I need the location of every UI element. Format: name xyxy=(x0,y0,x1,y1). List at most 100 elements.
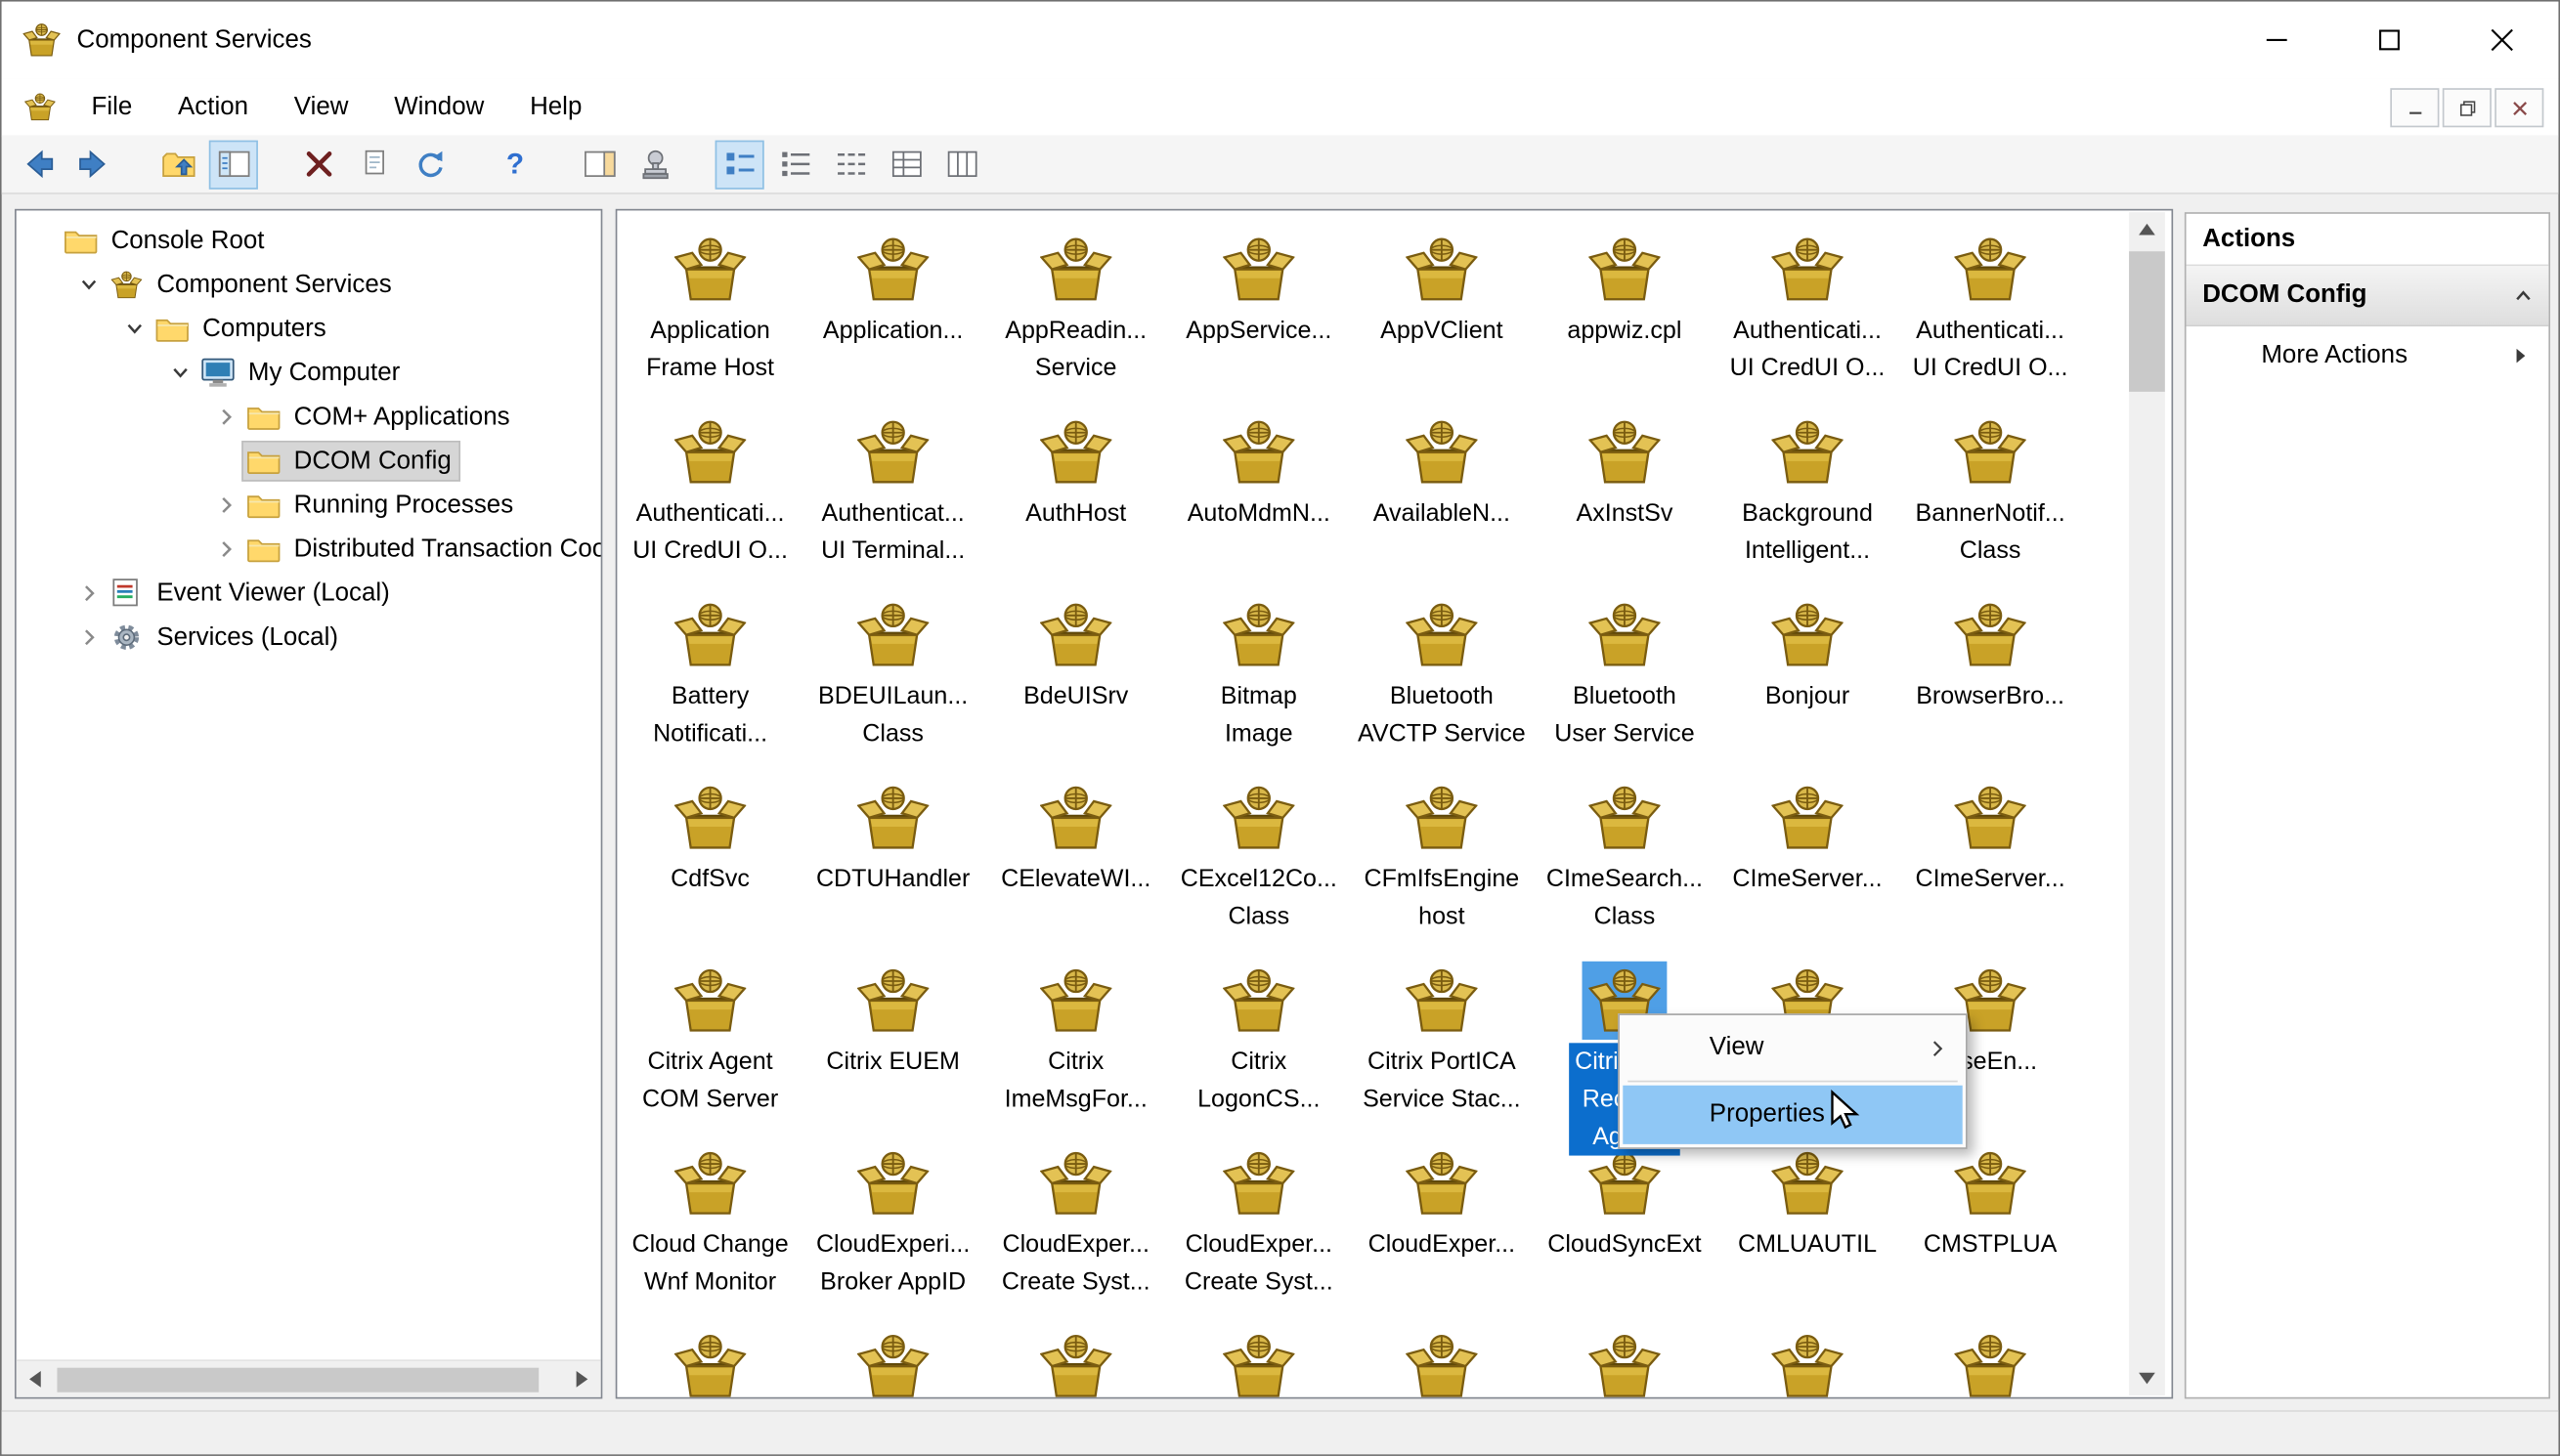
forward-button[interactable] xyxy=(68,140,117,189)
context-menu-item-view[interactable]: View xyxy=(1623,1018,1962,1077)
tree-item-com-applications[interactable]: COM+ Applications xyxy=(17,395,601,439)
collapse-chevron-icon[interactable] xyxy=(2511,283,2536,308)
scroll-right-arrow-icon[interactable] xyxy=(563,1361,600,1397)
tree-item-event-viewer-local[interactable]: Event Viewer (Local) xyxy=(17,572,601,616)
dcom-item-citrix-agent[interactable]: Citrix Agent COM Server xyxy=(619,950,802,1133)
configure-button[interactable] xyxy=(630,140,679,189)
dcom-item-cfmifsengine[interactable]: CFmIfsEngine host xyxy=(1350,767,1533,950)
dcom-item-citrix[interactable]: Citrix LogonCS... xyxy=(1167,950,1350,1133)
show-actions-pane-button[interactable] xyxy=(575,140,624,189)
view-list-button[interactable] xyxy=(826,140,875,189)
dcom-item-background[interactable]: Background Intelligent... xyxy=(1715,402,1898,584)
dcom-item-authenticat[interactable]: Authenticat... UI Terminal... xyxy=(802,402,984,584)
dcom-item-browserbro[interactable]: BrowserBro... xyxy=(1899,584,2082,767)
view-columns-button[interactable] xyxy=(937,140,986,189)
menu-action[interactable]: Action xyxy=(155,82,272,131)
view-small-buttons-icon[interactable] xyxy=(770,140,819,189)
actions-group-dcom-config[interactable]: DCOM Config xyxy=(2186,266,2549,327)
collapsed-expander-icon[interactable] xyxy=(209,533,241,565)
dcom-item-cimesearch[interactable]: CImeSearch... Class xyxy=(1533,767,1715,950)
list-vertical-scrollbar[interactable] xyxy=(2129,212,2165,1396)
dcom-item-appwiz-cpl[interactable]: appwiz.cpl xyxy=(1533,219,1715,402)
child-close-button[interactable] xyxy=(2495,88,2544,128)
dcom-item-cloudsyncext[interactable]: CloudSyncExt xyxy=(1533,1133,1715,1315)
child-restore-button[interactable] xyxy=(2442,88,2492,128)
scrollbar-thumb[interactable] xyxy=(2129,251,2165,392)
collapsed-expander-icon[interactable] xyxy=(209,401,241,433)
menu-view[interactable]: View xyxy=(271,82,370,131)
menu-help[interactable]: Help xyxy=(507,82,605,131)
context-menu-item-properties[interactable]: Properties xyxy=(1623,1085,1963,1144)
help-button[interactable]: ? xyxy=(490,140,539,189)
tree-horizontal-scrollbar[interactable] xyxy=(16,1359,601,1397)
dcom-item[interactable] xyxy=(1350,1315,1533,1398)
back-button[interactable] xyxy=(13,140,62,189)
menu-file[interactable]: File xyxy=(68,82,154,131)
view-details-button[interactable] xyxy=(882,140,931,189)
dcom-item-automdmn[interactable]: AutoMdmN... xyxy=(1167,402,1350,584)
scroll-up-arrow-icon[interactable] xyxy=(2129,212,2165,246)
dcom-item-cloudexper[interactable]: CloudExper... Create Syst... xyxy=(984,1133,1167,1315)
scroll-down-arrow-icon[interactable] xyxy=(2129,1361,2165,1395)
dcom-item[interactable] xyxy=(619,1315,802,1398)
dcom-item-authenticati[interactable]: Authenticati... UI CredUI O... xyxy=(1715,219,1898,402)
dcom-item-authenticati[interactable]: Authenticati... UI CredUI O... xyxy=(1899,219,2082,402)
close-button[interactable] xyxy=(2446,2,2558,79)
tree-item-my-computer[interactable]: My Computer xyxy=(17,351,601,395)
delete-button[interactable] xyxy=(294,140,343,189)
tree-item-component-services[interactable]: Component Services xyxy=(17,263,601,307)
collapsed-expander-icon[interactable] xyxy=(71,577,104,609)
show-console-tree-button[interactable] xyxy=(208,139,258,189)
tree-item-services-local[interactable]: Services (Local) xyxy=(17,616,601,660)
dcom-item[interactable] xyxy=(1533,1315,1715,1398)
more-actions-button[interactable]: More Actions xyxy=(2187,326,2549,385)
dcom-item-cloudexper[interactable]: CloudExper... Create Syst... xyxy=(1167,1133,1350,1315)
expanded-expander-icon[interactable] xyxy=(117,313,150,345)
dcom-item-bitmap[interactable]: Bitmap Image xyxy=(1167,584,1350,767)
dcom-item-authhost[interactable]: AuthHost xyxy=(984,402,1167,584)
dcom-item-bdeuilaun[interactable]: BDEUILaun... Class xyxy=(802,584,984,767)
maximize-button[interactable] xyxy=(2333,2,2446,79)
tree-item-distributed-transaction-coo[interactable]: Distributed Transaction Coo xyxy=(17,528,601,572)
dcom-item-application[interactable]: Application... xyxy=(802,219,984,402)
expanded-expander-icon[interactable] xyxy=(163,357,195,389)
tree-item-computers[interactable]: Computers xyxy=(17,307,601,351)
dcom-item-axinstsv[interactable]: AxInstSv xyxy=(1533,402,1715,584)
dcom-item-battery[interactable]: Battery Notificati... xyxy=(619,584,802,767)
dcom-item-cimeserver[interactable]: CImeServer... xyxy=(1899,767,2082,950)
dcom-item-cloud-change[interactable]: Cloud Change Wnf Monitor xyxy=(619,1133,802,1315)
scroll-left-arrow-icon[interactable] xyxy=(17,1361,54,1397)
dcom-item-cmstplua[interactable]: CMSTPLUA xyxy=(1899,1133,2082,1315)
dcom-item[interactable] xyxy=(984,1315,1167,1398)
collapsed-expander-icon[interactable] xyxy=(209,489,241,521)
scrollbar-thumb[interactable] xyxy=(57,1367,540,1392)
scrollbar-track[interactable] xyxy=(54,1361,563,1397)
dcom-item-bonjour[interactable]: Bonjour xyxy=(1715,584,1898,767)
dcom-item-citrix[interactable]: Citrix ImeMsgFor... xyxy=(984,950,1167,1133)
dcom-item-cimeserver[interactable]: CImeServer... xyxy=(1715,767,1898,950)
dcom-item-appreadin[interactable]: AppReadin... Service xyxy=(984,219,1167,402)
tree-item-dcom-config[interactable]: DCOM Config xyxy=(17,439,601,483)
dcom-item-appservice[interactable]: AppService... xyxy=(1167,219,1350,402)
dcom-item-bluetooth[interactable]: Bluetooth AVCTP Service xyxy=(1350,584,1533,767)
dcom-item-bannernotif[interactable]: BannerNotif... Class xyxy=(1899,402,2082,584)
minimize-button[interactable] xyxy=(2221,2,2333,79)
up-one-level-button[interactable] xyxy=(153,140,202,189)
tree-item-console-root[interactable]: Console Root xyxy=(17,219,601,263)
dcom-item[interactable] xyxy=(802,1315,984,1398)
dcom-item-application[interactable]: Application Frame Host xyxy=(619,219,802,402)
dcom-item-cdtuhandler[interactable]: CDTUHandler xyxy=(802,767,984,950)
dcom-item-cmluautil[interactable]: CMLUAUTIL xyxy=(1715,1133,1898,1315)
dcom-item-cloudexper[interactable]: CloudExper... xyxy=(1350,1133,1533,1315)
expanded-expander-icon[interactable] xyxy=(71,269,104,301)
dcom-item-bluetooth[interactable]: Bluetooth User Service xyxy=(1533,584,1715,767)
collapsed-expander-icon[interactable] xyxy=(71,621,104,654)
dcom-item-cdfsvc[interactable]: CdfSvc xyxy=(619,767,802,950)
dcom-item[interactable] xyxy=(1899,1315,2082,1398)
dcom-item-celevatewi[interactable]: CElevateWI... xyxy=(984,767,1167,950)
child-minimize-button[interactable] xyxy=(2390,88,2440,128)
dcom-item[interactable] xyxy=(1167,1315,1350,1398)
dcom-item[interactable] xyxy=(1715,1315,1898,1398)
view-sorted-button[interactable] xyxy=(715,139,764,189)
dcom-item-authenticati[interactable]: Authenticati... UI CredUI O... xyxy=(619,402,802,584)
